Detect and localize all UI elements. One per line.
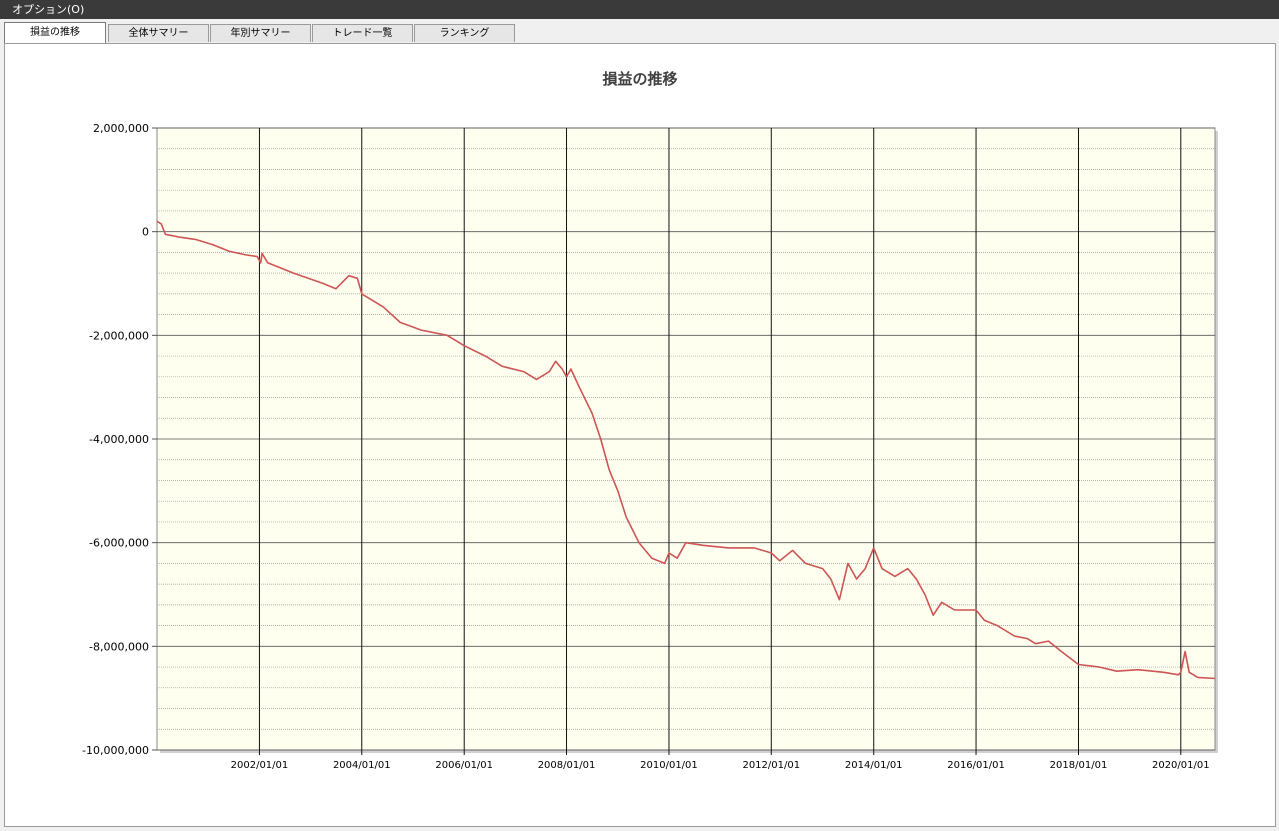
tab-overall-summary[interactable]: 全体サマリー	[108, 24, 209, 42]
x-tick-label: 2012/01/01	[742, 760, 800, 771]
chart-panel: 損益の推移 2,000,000 0 -2,000,000 -4,000,000 -6,0…	[4, 43, 1276, 827]
x-tick-label: 2002/01/01	[231, 760, 289, 771]
chart-title: 損益の推移	[602, 70, 677, 88]
y-tick-label: -6,000,000	[89, 537, 149, 550]
tab-ranking[interactable]: ランキング	[414, 24, 515, 42]
y-tick-label: -2,000,000	[89, 329, 149, 342]
x-tick-label: 2016/01/01	[947, 760, 1005, 771]
menu-bar: オプション(O)	[0, 0, 1279, 19]
y-tick-label: 0	[142, 226, 149, 239]
y-tick-label: 2,000,000	[93, 122, 149, 135]
pnl-chart: 損益の推移 2,000,000 0 -2,000,000 -4,000,000 -6,0…	[82, 70, 1218, 771]
tab-yearly-summary[interactable]: 年別サマリー	[210, 24, 311, 42]
x-tick-label: 2014/01/01	[845, 760, 903, 771]
x-tick-label: 2006/01/01	[435, 760, 493, 771]
x-tick-label: 2010/01/01	[640, 760, 698, 771]
y-tick-label: -10,000,000	[82, 744, 149, 757]
options-menu[interactable]: オプション(O)	[12, 0, 84, 19]
y-tick-label: -4,000,000	[89, 433, 149, 446]
tab-bar: 損益の推移 全体サマリー 年別サマリー トレード一覧 ランキング	[0, 19, 1279, 44]
x-tick-label: 2008/01/01	[538, 760, 596, 771]
x-tick-label: 2018/01/01	[1050, 760, 1108, 771]
x-tick-label: 2020/01/01	[1152, 760, 1210, 771]
tab-trade-list[interactable]: トレード一覧	[312, 24, 413, 42]
x-tick-label: 2004/01/01	[333, 760, 391, 771]
tab-pnl-trend[interactable]: 損益の推移	[4, 22, 106, 43]
y-tick-label: -8,000,000	[89, 640, 149, 653]
